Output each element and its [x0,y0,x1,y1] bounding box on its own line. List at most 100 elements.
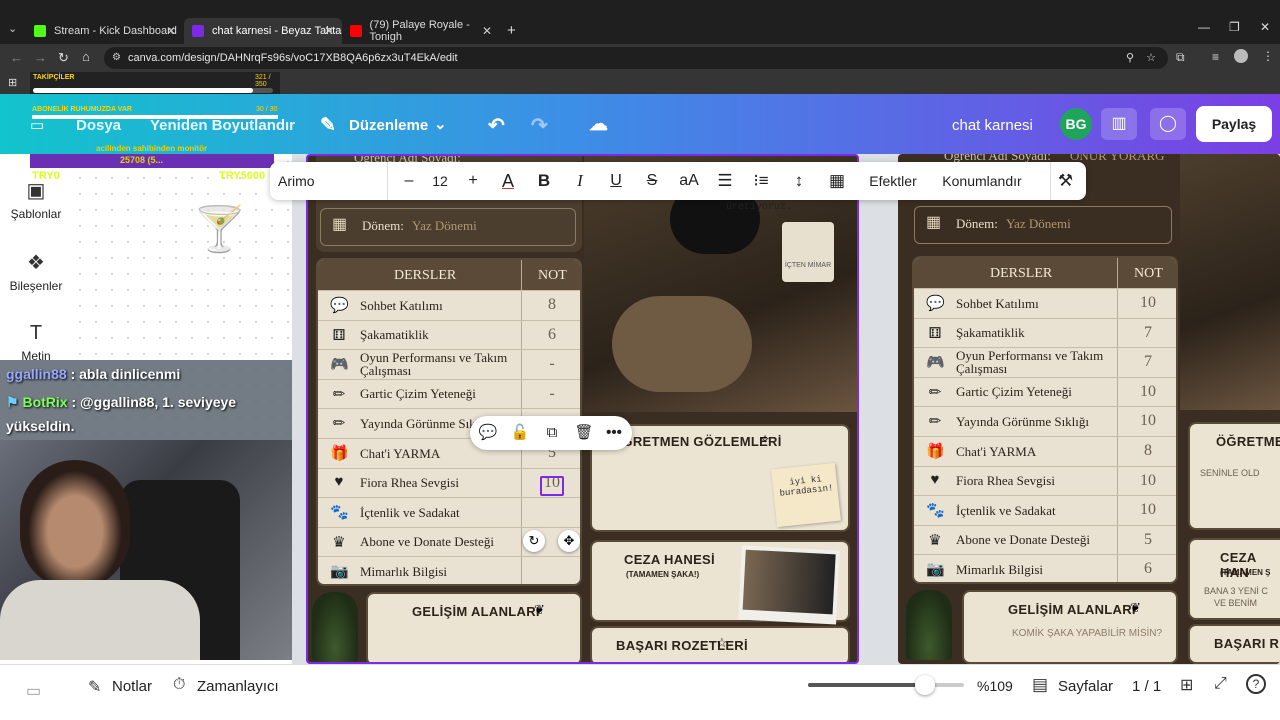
cloud-save-icon[interactable]: ☁ [589,113,608,136]
spacing-icon[interactable]: ↕ [786,162,812,200]
more-icon[interactable]: ••• [602,416,626,450]
grade-value[interactable]: 10 [1118,407,1176,435]
grade-value[interactable]: - [522,380,580,408]
position-button[interactable]: Konumlandır [934,162,1030,200]
grade-value[interactable]: 7 [1118,319,1176,347]
heart-icon: ♥ [334,473,344,490]
timer-button[interactable]: Zamanlayıcı [197,678,279,695]
analytics-icon[interactable]: ▥ [1101,108,1137,140]
sparkle-icon: ✧ [760,432,771,446]
edit-mode-button[interactable]: Düzenleme [349,117,428,134]
extensions-icon[interactable]: ⧉ [1176,50,1185,65]
share-button[interactable]: Paylaş [1196,106,1272,142]
file-menu-button[interactable]: Dosya [76,117,121,134]
close-icon[interactable]: ✕ [482,24,492,38]
tab-canva[interactable]: chat karnesi - Beyaz Tahta ✕ [184,18,342,44]
grade-value[interactable]: 7 [1118,348,1176,376]
comment-add-icon[interactable]: 💬 [476,416,500,450]
italic-button[interactable]: I [568,162,592,200]
grade-value[interactable]: 5 [1118,526,1176,554]
grade-value[interactable]: 10 [1118,378,1176,406]
report-card-left[interactable]: Öğrenci Adı Soyadı: ▦ Dönem: Yaz Dönemi … [306,154,859,664]
profile-icon[interactable] [1234,49,1248,63]
redo-icon[interactable]: ↷ [531,113,548,138]
align-center-icon[interactable]: ☰ [712,162,738,200]
zoom-slider-thumb[interactable] [915,675,935,695]
comment-icon[interactable]: ◯ [1150,108,1186,140]
close-icon[interactable]: ✕ [166,24,176,38]
new-tab-button[interactable]: + [507,22,516,39]
folder-icon[interactable]: ▭ [30,116,44,134]
bookmark-star-icon[interactable]: ☆ [1146,47,1156,69]
apps-icon[interactable]: ⊞ [8,76,17,89]
tab-search-icon[interactable]: ⌄ [8,22,17,35]
grade-value[interactable]: 10 [1118,496,1176,524]
strikethrough-button[interactable]: S [640,162,664,200]
chevron-down-icon[interactable]: ⌄ [434,115,447,133]
font-size-increase[interactable]: + [460,162,486,200]
paw-icon: 🐾 [926,503,945,520]
paint-format-icon[interactable]: ⚒ [1050,162,1080,200]
help-icon[interactable]: ? [1246,674,1266,694]
grade-value[interactable]: 6 [1118,555,1176,582]
sidebar-item-templates[interactable]: ▣ Şablonlar [0,178,72,221]
grade-value[interactable]: 8 [1118,437,1176,465]
tab-kick-dashboard[interactable]: Stream - Kick Dashboard ✕ [26,18,184,44]
grade-value[interactable]: 6 [522,321,580,349]
resize-button[interactable]: Yeniden Boyutlandır [150,117,295,134]
grade-value[interactable]: 10 [1118,289,1176,317]
sidebar-item-elements[interactable]: ❖ Bileşenler [0,250,72,293]
text-color-button[interactable]: A [496,162,520,200]
site-info-icon[interactable]: ⚙ [112,47,121,69]
url-field[interactable]: ⚙ canva.com/design/DAHNrqFs96s/voC17XB8Q… [104,47,1168,69]
selected-text-box[interactable] [540,476,564,496]
effects-button[interactable]: Efektler [860,162,926,200]
font-family-select[interactable]: Arimo [276,162,388,200]
grade-value[interactable] [522,557,580,584]
forward-icon[interactable]: → [34,50,47,65]
transparency-icon[interactable]: ▦ [824,162,850,200]
tab-list-icon[interactable]: ≡ [1212,50,1219,64]
table-row: 🎮 Oyun Performansı ve Takım Çalışması 7 [914,347,1176,376]
tab-youtube[interactable]: (79) Palaye Royale - Tonigh ✕ [342,18,500,44]
lock-icon[interactable]: 🔓 [508,416,532,450]
undo-icon[interactable]: ↶ [488,113,505,138]
minimize-icon[interactable]: — [1198,20,1210,34]
rotate-handle-icon[interactable]: ↻ [523,530,545,552]
menu-icon[interactable]: ⋮ [1262,49,1274,63]
zoom-value[interactable]: %109 [977,678,1013,694]
notes-icon: ✎ [88,679,102,696]
home-icon[interactable]: ⌂ [82,49,90,64]
grade-value[interactable]: 10 [1118,467,1176,495]
zoom-icon[interactable]: ⚲ [1126,47,1134,69]
duplicate-icon[interactable]: ⧉ [540,416,564,450]
trash-icon[interactable]: 🗑 [572,416,596,450]
reload-icon[interactable]: ↻ [58,50,69,66]
list-icon[interactable]: ⁝≡ [748,162,774,200]
grade-value[interactable]: 8 [522,291,580,319]
letter-case-button[interactable]: aA [674,162,704,200]
term-value: Yaz Dönemi [412,218,477,233]
grade-value[interactable] [522,498,580,526]
underline-button[interactable]: U [604,162,628,200]
maximize-icon[interactable]: ❐ [1229,20,1240,34]
design-workspace: Öğrenci Adı Soyadı: ▦ Dönem: Yaz Dönemi … [292,154,1280,664]
bold-button[interactable]: B [532,162,556,200]
font-size-decrease[interactable]: – [396,162,422,200]
close-icon[interactable]: ✕ [324,24,334,38]
back-icon[interactable]: ← [10,50,23,65]
sidebar-item-text[interactable]: T Metin [0,322,72,363]
font-size-input[interactable]: 12 [426,162,454,200]
zoom-slider[interactable] [808,675,964,695]
fullscreen-icon[interactable]: ⤢ [1214,675,1227,693]
pages-button[interactable]: Sayfalar [1058,678,1113,695]
design-title[interactable]: chat karnesi [952,117,1033,134]
notes-button[interactable]: Notlar [112,678,152,695]
avatar[interactable]: BG [1060,108,1092,140]
grade-value[interactable]: - [522,350,580,378]
move-handle-icon[interactable]: ✥ [558,530,580,552]
window-close-icon[interactable]: ✕ [1260,20,1270,34]
grid-view-icon[interactable]: ⊞ [1180,675,1193,695]
folder-icon[interactable]: ▭ [26,681,41,701]
report-card-right[interactable]: Öğrenci Adı Soyadı: ONUR YORARG ▦ Dönem:… [898,154,1280,664]
